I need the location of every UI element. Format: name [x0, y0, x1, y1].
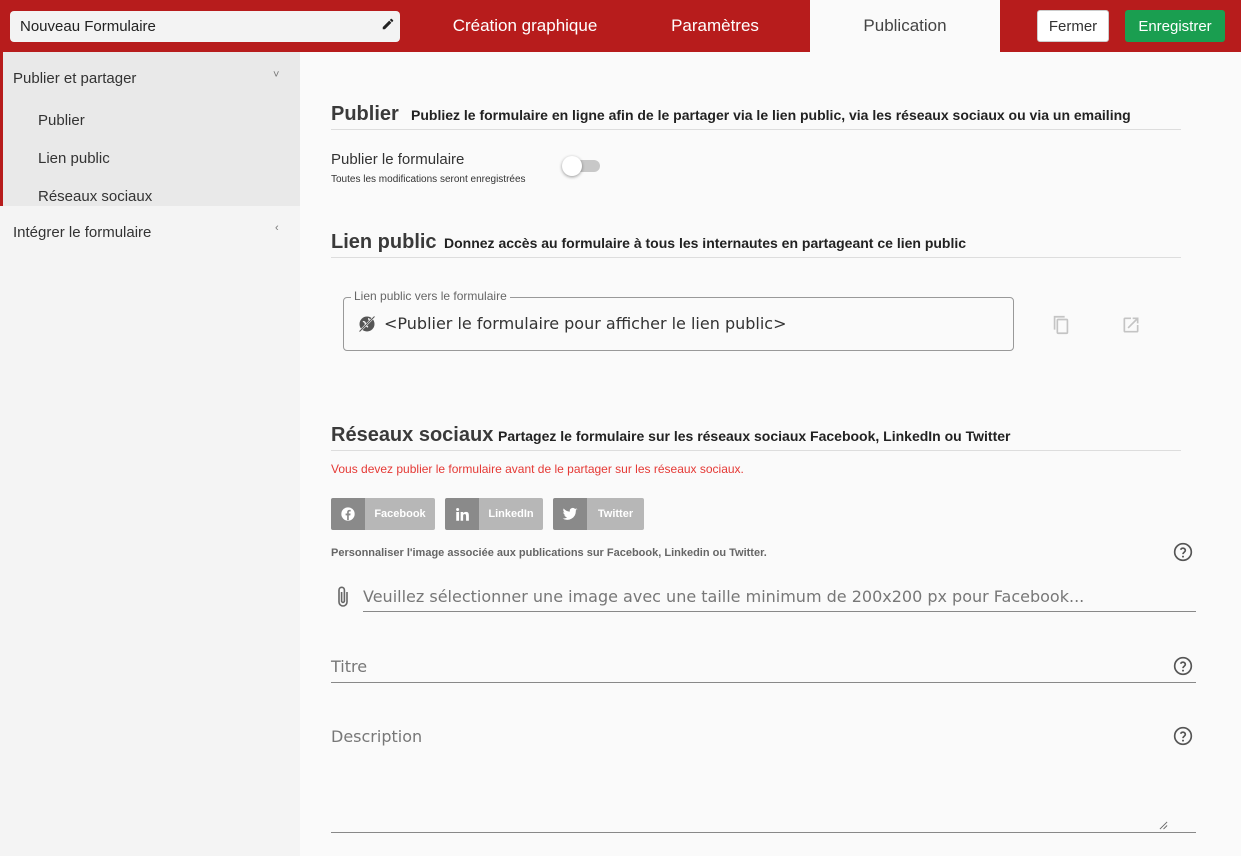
linkedin-share-button[interactable]: LinkedIn: [445, 498, 543, 530]
sidebar-item-lien-public[interactable]: Lien public: [38, 150, 110, 167]
section-title: Publier: [331, 103, 399, 125]
sidebar-item-publier[interactable]: Publier: [38, 112, 85, 129]
section-subtitle: Publiez le formulaire en ligne afin de l…: [411, 107, 1131, 123]
copy-icon[interactable]: [1050, 314, 1072, 336]
public-link-value: <Publier le formulaire pour afficher le …: [384, 314, 787, 333]
tab-label: Création graphique: [452, 16, 598, 35]
tab-creation-graphique[interactable]: Création graphique: [430, 0, 620, 52]
form-title: Nouveau Formulaire: [20, 18, 156, 35]
save-button[interactable]: Enregistrer: [1125, 10, 1225, 42]
section-reseaux-header: Réseaux sociaux Partagez le formulaire s…: [331, 421, 1181, 451]
tab-label: Publication: [863, 16, 947, 35]
twitter-share-button[interactable]: Twitter: [553, 498, 644, 530]
facebook-share-button[interactable]: Facebook: [331, 498, 435, 530]
twitter-label: Twitter: [587, 498, 644, 530]
facebook-icon: [331, 498, 365, 530]
section-title: Réseaux sociaux: [331, 424, 494, 446]
toggle-knob: [562, 156, 582, 176]
sidebar-item-reseaux-sociaux[interactable]: Réseaux sociaux: [38, 188, 152, 205]
section-lien-public-header: Lien public Donnez accès au formulaire à…: [331, 228, 1181, 258]
sidebar: Publier et partager ˅ Publier Lien publi…: [0, 52, 300, 856]
image-file-input[interactable]: Veuillez sélectionner une image avec une…: [363, 583, 1196, 612]
sidebar-item-integrer[interactable]: Intégrer le formulaire: [13, 224, 151, 241]
title-placeholder: Titre: [331, 657, 368, 676]
open-external-icon[interactable]: [1121, 315, 1141, 335]
chevron-left-icon[interactable]: ‹: [275, 222, 279, 234]
social-warning: Vous devez publier le formulaire avant d…: [331, 462, 744, 476]
section-title: Lien public: [331, 231, 437, 253]
public-link-field[interactable]: <Publier le formulaire pour afficher le …: [343, 297, 1014, 351]
image-file-placeholder: Veuillez sélectionner une image avec une…: [363, 587, 1085, 606]
chevron-down-icon[interactable]: ˅: [273, 69, 279, 81]
linkedin-icon: [445, 498, 479, 530]
twitter-icon: [553, 498, 587, 530]
title-input[interactable]: Titre: [331, 652, 1196, 683]
tab-parametres[interactable]: Paramètres: [620, 0, 810, 52]
tab-publication[interactable]: Publication: [810, 0, 1000, 52]
close-button[interactable]: Fermer: [1037, 10, 1109, 42]
facebook-label: Facebook: [365, 498, 435, 530]
form-title-field[interactable]: Nouveau Formulaire: [10, 11, 400, 42]
sidebar-group-label[interactable]: Publier et partager: [13, 70, 136, 87]
paperclip-icon[interactable]: [333, 585, 353, 609]
globe-off-icon: [358, 315, 376, 333]
section-subtitle: Donnez accès au formulaire à tous les in…: [444, 235, 967, 251]
publish-toggle-label: Publier le formulaire: [331, 151, 465, 168]
publish-toggle[interactable]: [562, 156, 600, 176]
description-textarea[interactable]: Description: [331, 722, 1196, 833]
description-placeholder: Description: [331, 727, 423, 746]
help-icon[interactable]: [1173, 656, 1193, 676]
image-note: Personnaliser l'image associée aux publi…: [331, 547, 767, 559]
section-publier-header: Publier Publiez le formulaire en ligne a…: [331, 100, 1181, 130]
resize-handle-icon[interactable]: [1159, 821, 1168, 830]
help-icon[interactable]: [1173, 726, 1193, 746]
section-subtitle: Partagez le formulaire sur les réseaux s…: [498, 428, 1011, 444]
tab-label: Paramètres: [671, 16, 759, 35]
publish-toggle-hint: Toutes les modifications seront enregist…: [331, 174, 526, 185]
top-bar: Nouveau Formulaire Création graphique Pa…: [0, 0, 1241, 52]
public-link-field-label: Lien public vers le formulaire: [351, 289, 510, 303]
pencil-icon[interactable]: [381, 17, 395, 31]
help-icon[interactable]: [1173, 542, 1193, 562]
linkedin-label: LinkedIn: [479, 498, 543, 530]
